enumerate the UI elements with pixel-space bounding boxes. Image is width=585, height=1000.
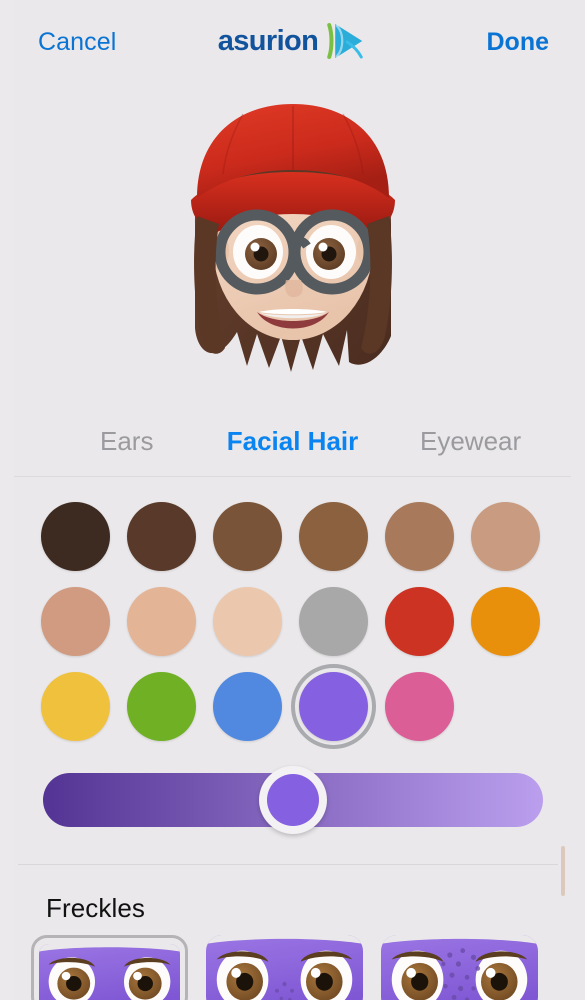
color-swatch-pale-beige[interactable] xyxy=(213,587,282,656)
freckles-option-strip xyxy=(0,935,585,1000)
tab-ears[interactable]: Ears xyxy=(100,426,153,457)
color-swatch-dark-brown[interactable] xyxy=(127,502,196,571)
color-swatch-orange[interactable] xyxy=(471,587,540,656)
color-swatch-red[interactable] xyxy=(385,587,454,656)
color-swatch-grid xyxy=(0,494,585,756)
freckles-preview-heavy xyxy=(381,935,538,1000)
asurion-arrow-mark-icon xyxy=(327,23,363,59)
freckles-preview-light xyxy=(206,935,363,1000)
swatch-row xyxy=(0,664,585,749)
color-swatch-dark-espresso[interactable] xyxy=(41,502,110,571)
color-swatch-light-tan[interactable] xyxy=(127,587,196,656)
color-swatch-pink[interactable] xyxy=(385,672,454,741)
tab-eyewear[interactable]: Eyewear xyxy=(420,426,521,457)
brand-logo: asurion xyxy=(218,22,368,60)
freckles-option-heavy[interactable] xyxy=(381,935,538,1000)
freckles-preview-none xyxy=(39,944,180,1000)
vertical-scroll-indicator[interactable] xyxy=(561,846,565,896)
section-divider xyxy=(18,864,558,865)
swatch-row xyxy=(0,579,585,664)
done-button[interactable]: Done xyxy=(487,28,550,57)
header-bar: Cancel asurion Done xyxy=(0,0,585,78)
color-swatch-medium-brown[interactable] xyxy=(213,502,282,571)
brand-wordmark: asurion xyxy=(217,24,319,57)
memoji-avatar xyxy=(190,104,395,372)
freckles-section-title: Freckles xyxy=(46,893,146,923)
color-swatch-green[interactable] xyxy=(127,672,196,741)
swatch-row xyxy=(0,494,585,579)
color-swatch-gray[interactable] xyxy=(299,587,368,656)
color-swatch-brown[interactable] xyxy=(299,502,368,571)
color-swatch-warm-tan[interactable] xyxy=(41,587,110,656)
avatar-preview-stage xyxy=(0,78,585,400)
color-swatch-blue[interactable] xyxy=(213,672,282,741)
color-swatch-purple[interactable] xyxy=(299,672,368,741)
color-swatch-tan-brown[interactable] xyxy=(471,502,540,571)
freckles-option-light[interactable] xyxy=(206,935,363,1000)
color-swatch-light-brown[interactable] xyxy=(385,502,454,571)
tab-divider xyxy=(14,476,571,477)
memoji-editor-screen: Cancel asurion Done Ears Facial Hair Eye… xyxy=(0,0,585,1000)
tab-facial-hair[interactable]: Facial Hair xyxy=(227,426,359,457)
category-tabbar: Ears Facial Hair Eyewear xyxy=(0,412,585,470)
cancel-button[interactable]: Cancel xyxy=(38,28,116,57)
freckles-option-none[interactable] xyxy=(31,935,188,1000)
intensity-slider-wrap xyxy=(0,760,585,840)
color-swatch-yellow[interactable] xyxy=(41,672,110,741)
slider-thumb[interactable] xyxy=(259,766,327,834)
